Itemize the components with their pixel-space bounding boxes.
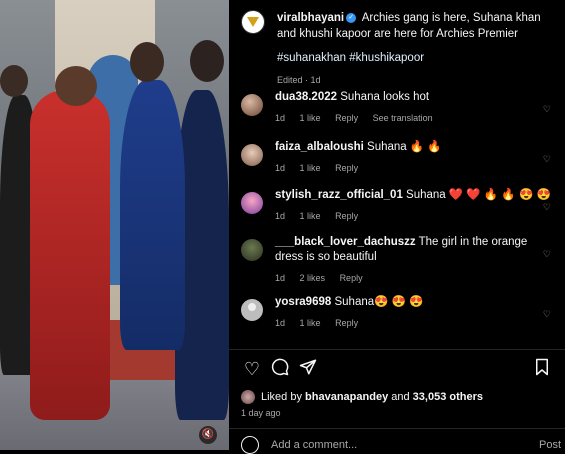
likes-connector: and [391, 391, 410, 403]
comment-username[interactable]: yosra9698 [275, 296, 331, 308]
likes-others[interactable]: 33,053 others [413, 391, 483, 403]
person-left-head [0, 65, 28, 97]
reply-button[interactable]: Reply [340, 273, 363, 283]
comment-time: 1d [275, 318, 286, 328]
comment-like-heart-icon[interactable]: ♡ [543, 309, 551, 320]
comment-text: Suhana looks hot [340, 91, 430, 103]
post-media[interactable]: 🔇 [0, 0, 229, 450]
person-blue-suit-head [130, 42, 164, 82]
likes-summary: Liked by bhavanapandey and 33,053 others [241, 390, 483, 404]
reply-button[interactable]: Reply [335, 211, 358, 221]
liker-username[interactable]: bhavanapandey [305, 391, 388, 403]
post-header: viralbhayani ✓ Archies gang is here, Suha… [229, 0, 565, 88]
person-blue-suit [120, 80, 185, 350]
comment-text: Suhana 🔥 🔥 [367, 141, 442, 153]
comment-text: Suhana ❤️ ❤️ 🔥 🔥 😍 😍 [406, 189, 551, 201]
comment-username[interactable]: stylish_razz_official_01 [275, 189, 403, 201]
commenter-avatar[interactable] [241, 239, 263, 261]
divider [229, 428, 565, 429]
liker-avatar[interactable] [241, 390, 255, 404]
comment-like-heart-icon[interactable]: ♡ [543, 202, 551, 213]
person-red-dress [30, 90, 110, 420]
emoji-icon[interactable] [241, 436, 259, 454]
divider [229, 349, 565, 350]
add-comment-input[interactable]: Add a comment... [271, 439, 357, 451]
post-panel: viralbhayani ✓ Archies gang is here, Suha… [229, 0, 565, 454]
comment-username[interactable]: dua38.2022 [275, 91, 337, 103]
comment-likes[interactable]: 1 like [300, 113, 321, 123]
reply-button[interactable]: Reply [335, 113, 358, 123]
see-translation-button[interactable]: See translation [373, 113, 433, 123]
person-right-head [190, 40, 224, 82]
verified-badge-icon: ✓ [346, 12, 357, 23]
comment-text: Suhana😍 😍 😍 [334, 296, 424, 308]
post-caption: viralbhayani ✓ Archies gang is here, Suha… [277, 10, 555, 88]
comment-item: dua38.2022 Suhana looks hot 1d 1 like Re… [241, 90, 551, 126]
author-avatar[interactable] [241, 10, 265, 34]
comment-time: 1d [275, 273, 286, 283]
comment-username[interactable]: ___black_lover_dachuszz [275, 236, 416, 248]
comment-item: yosra9698 Suhana😍 😍 😍 1d 1 like Reply ♡ [241, 295, 551, 331]
comment-item: faiza_albaloushi Suhana 🔥 🔥 1d 1 like Re… [241, 140, 551, 176]
send-icon[interactable] [297, 358, 319, 380]
commenter-avatar[interactable] [241, 94, 263, 116]
bookmark-icon[interactable] [531, 358, 553, 380]
comment-like-heart-icon[interactable]: ♡ [543, 154, 551, 165]
post-time: 1 day ago [241, 408, 281, 418]
edited-label: Edited · 1d [277, 75, 321, 85]
caption-hashtags[interactable]: #suhanakhan #khushikapoor [277, 50, 555, 66]
comment-time: 1d [275, 211, 286, 221]
comment-likes[interactable]: 1 like [300, 211, 321, 221]
comment-likes[interactable]: 2 likes [300, 273, 326, 283]
reply-button[interactable]: Reply [335, 163, 358, 173]
comment-item: stylish_razz_official_01 Suhana ❤️ ❤️ 🔥 … [241, 188, 551, 224]
comment-like-heart-icon[interactable]: ♡ [543, 249, 551, 260]
post-button[interactable]: Post [539, 439, 561, 451]
heart-icon[interactable]: ♡ [241, 358, 263, 380]
comments-list[interactable]: dua38.2022 Suhana looks hot 1d 1 like Re… [229, 90, 565, 345]
comment-time: 1d [275, 113, 286, 123]
likes-prefix: Liked by [261, 391, 302, 403]
commenter-avatar[interactable] [241, 299, 263, 321]
action-bar: ♡ [241, 358, 553, 382]
comment-username[interactable]: faiza_albaloushi [275, 141, 364, 153]
add-comment-bar: Add a comment... Post [241, 436, 561, 454]
mute-icon[interactable]: 🔇 [199, 426, 217, 444]
author-username[interactable]: viralbhayani [277, 12, 344, 24]
comment-time: 1d [275, 163, 286, 173]
person-red-dress-head [55, 66, 97, 106]
comment-like-heart-icon[interactable]: ♡ [543, 104, 551, 115]
comment-icon[interactable] [269, 358, 291, 380]
comment-likes[interactable]: 1 like [300, 318, 321, 328]
reply-button[interactable]: Reply [335, 318, 358, 328]
commenter-avatar[interactable] [241, 144, 263, 166]
comment-item: ___black_lover_dachuszz The girl in the … [241, 235, 551, 286]
comment-likes[interactable]: 1 like [300, 163, 321, 173]
commenter-avatar[interactable] [241, 192, 263, 214]
